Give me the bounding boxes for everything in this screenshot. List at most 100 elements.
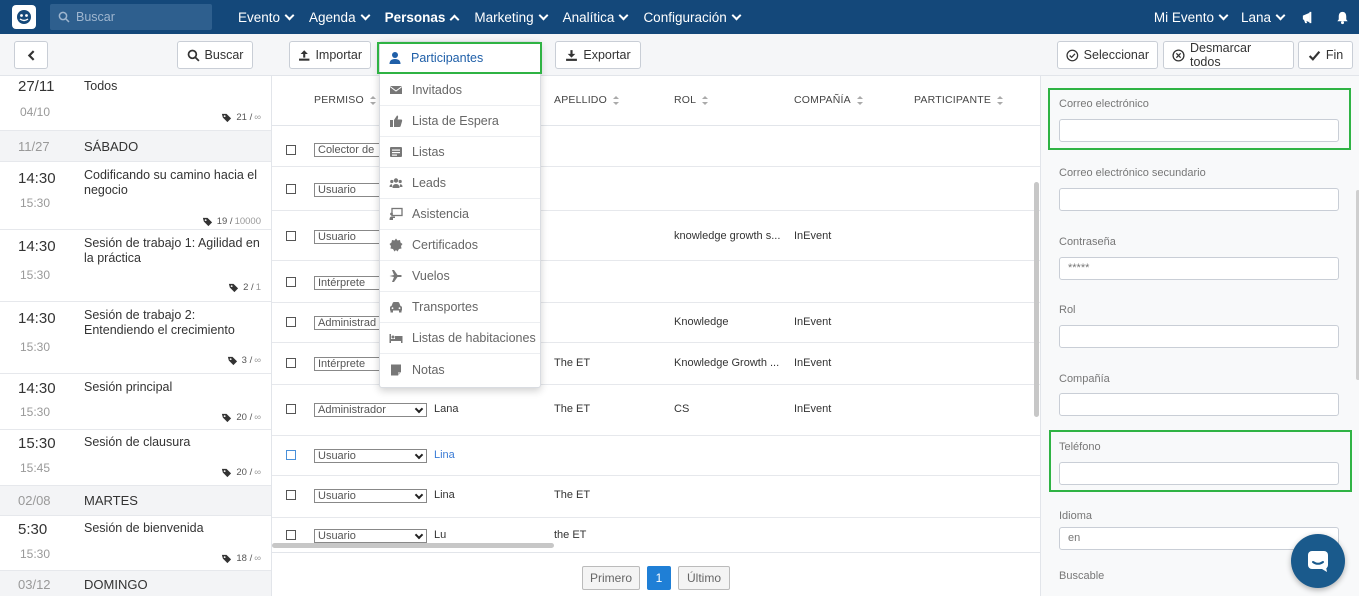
password-field[interactable]: ***** (1059, 257, 1339, 280)
back-button[interactable] (14, 41, 48, 69)
col-participant[interactable]: PARTICIPANTE (914, 94, 1004, 106)
sidebar-session-item[interactable]: 5:30 15:30 Sesión de bienvenida 18 /∞ (0, 516, 271, 571)
permission-select[interactable]: Administrador (314, 403, 427, 417)
row-checkbox[interactable] (286, 231, 296, 241)
phone-highlight (1049, 430, 1352, 492)
horizontal-scrollbar[interactable] (272, 543, 554, 548)
role-field[interactable] (1059, 325, 1339, 348)
session-count-max: ∞ (254, 553, 261, 564)
row-checkbox[interactable] (286, 530, 296, 540)
permission-value: Colector de (318, 144, 375, 156)
row-checkbox[interactable] (286, 317, 296, 327)
row-checkbox[interactable] (286, 404, 296, 414)
tag-icon (229, 283, 239, 293)
session-end: 04/10 (20, 105, 51, 119)
session-sidebar: 27/11 04/10 Todos 21 /∞ 11/27 SÁBADO 14:… (0, 76, 272, 596)
menu-item-invitados[interactable]: Invitados (380, 75, 540, 106)
col-last-name-label: APELLIDO (554, 94, 607, 106)
vertical-scrollbar[interactable] (1034, 182, 1039, 417)
sidebar-session-item[interactable]: 14:30 15:30 Sesión de trabajo 1: Agilida… (0, 230, 271, 302)
permission-select[interactable]: Usuario (314, 449, 427, 463)
last-page-button[interactable]: Último (678, 566, 730, 590)
sidebar-session-item[interactable]: 27/11 04/10 Todos 21 /∞ (0, 76, 271, 131)
bed-icon (389, 334, 403, 343)
app-logo[interactable] (12, 5, 36, 29)
secondary-email-field[interactable] (1059, 188, 1339, 211)
col-last-name[interactable]: APELLIDO (554, 94, 619, 106)
select-button[interactable]: Seleccionar (1057, 41, 1158, 69)
row-checkbox[interactable] (286, 145, 296, 155)
import-button[interactable]: Importar (289, 41, 371, 69)
sidebar-session-item[interactable]: 15:30 15:45 Sesión de clausura 20 /∞ (0, 430, 271, 486)
menu-item-vuelos[interactable]: Vuelos (380, 261, 540, 292)
permission-select[interactable]: Usuario (314, 529, 427, 543)
sidebar-session-item[interactable]: 14:30 15:30 Sesión de trabajo 2: Entendi… (0, 302, 271, 374)
menu-item-leads[interactable]: Leads (380, 168, 540, 199)
menu-analitica[interactable]: Analítica (555, 0, 636, 34)
sidebar-search-button[interactable]: Buscar (177, 41, 253, 69)
list-icon (390, 147, 402, 157)
menu-item-asistencia[interactable]: Asistencia (380, 199, 540, 230)
search-icon (58, 11, 70, 23)
menu-evento[interactable]: Evento (230, 0, 301, 34)
sidebar-search-label: Buscar (204, 48, 244, 62)
user-menu[interactable]: Lana (1234, 0, 1291, 34)
company-field[interactable] (1059, 393, 1339, 416)
sidebar-session-item[interactable]: 14:30 15:30 Codificando su camino hacia … (0, 162, 271, 230)
menu-agenda[interactable]: Agenda (301, 0, 377, 34)
menu-marketing[interactable]: Marketing (466, 0, 554, 34)
menu-agenda-label: Agenda (309, 9, 356, 25)
col-role[interactable]: ROL (674, 94, 709, 106)
menu-personas[interactable]: Personas (377, 0, 467, 34)
table-row[interactable]: Usuario Lina (272, 436, 1040, 476)
menu-item-transportes[interactable]: Transportes (380, 292, 540, 323)
sidebar-session-item[interactable]: 14:30 15:30 Sesión principal 20 /∞ (0, 374, 271, 430)
unselect-all-button[interactable]: Desmarcar todos (1163, 41, 1294, 69)
permission-value: Usuario (318, 231, 356, 243)
announcements-button[interactable] (1291, 0, 1325, 34)
table-row[interactable]: Administrador Lana The ET CS InEvent (272, 385, 1040, 436)
menu-item-label: Invitados (412, 83, 463, 97)
cell-role: knowledge growth s... (674, 230, 781, 242)
menu-configuracion[interactable]: Configuración (635, 0, 747, 34)
first-page-button[interactable]: Primero (582, 566, 640, 590)
export-button[interactable]: Exportar (555, 41, 641, 69)
menu-item-participantes[interactable]: Participantes (377, 42, 542, 74)
done-button[interactable]: Fin (1298, 41, 1353, 69)
company-label: Compañía (1059, 373, 1110, 385)
sort-icon (369, 95, 376, 105)
col-company-label: COMPAÑÍA (794, 94, 851, 106)
row-checkbox[interactable] (286, 490, 296, 500)
session-count-value: 20 (236, 412, 247, 423)
menu-item-label: Listas de habitaciones (412, 331, 536, 345)
row-checkbox[interactable] (286, 450, 296, 460)
table-row[interactable]: Usuario Lina The ET (272, 476, 1040, 518)
row-checkbox[interactable] (286, 277, 296, 287)
notifications-button[interactable] (1325, 0, 1359, 34)
permission-value: Administrad (318, 317, 377, 329)
session-count-value: 19 (216, 216, 228, 227)
session-title: Sesión de clausura (84, 435, 191, 449)
day-weekday: MARTES (84, 493, 138, 508)
chat-support-button[interactable] (1291, 534, 1345, 588)
event-switcher[interactable]: Mi Evento (1147, 0, 1234, 34)
row-checkbox[interactable] (286, 358, 296, 368)
col-permission[interactable]: PERMISO (314, 94, 376, 106)
menu-item-listas[interactable]: Listas (380, 137, 540, 168)
menu-item-notas[interactable]: Notas (380, 354, 540, 385)
permission-select[interactable]: Usuario (314, 489, 427, 503)
cell-first-name[interactable]: Lina (434, 449, 455, 461)
session-count: 19 /10000 (202, 216, 261, 227)
user-icon (389, 52, 401, 64)
global-search-input[interactable]: Buscar (50, 4, 212, 30)
menu-item-certificados[interactable]: Certificados (380, 230, 540, 261)
menu-item-habitaciones[interactable]: Listas de habitaciones (380, 323, 540, 354)
menu-item-lista-espera[interactable]: Lista de Espera (380, 106, 540, 137)
chevron-left-icon (27, 49, 34, 61)
row-checkbox[interactable] (286, 184, 296, 194)
permission-value: Usuario (318, 530, 356, 542)
sidebar-day-header: 03/12 DOMINGO (0, 571, 271, 596)
page-1-button[interactable]: 1 (647, 566, 671, 590)
col-company[interactable]: COMPAÑÍA (794, 94, 863, 106)
session-count-max: ∞ (254, 112, 261, 123)
